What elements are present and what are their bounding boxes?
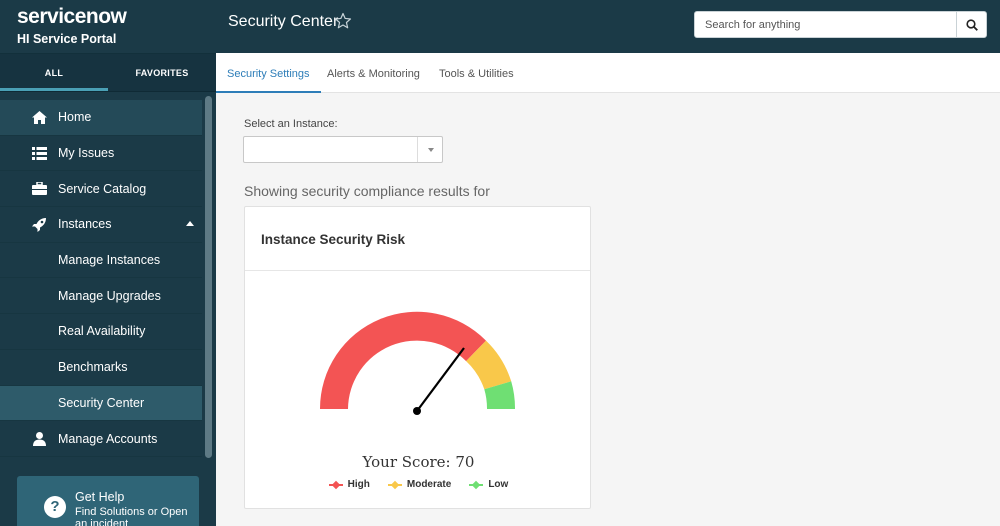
sidebar-tabs: ALL FAVORITES xyxy=(0,54,216,92)
rocket-icon xyxy=(29,217,49,232)
sidebar-item-manage-accounts[interactable]: Manage Accounts xyxy=(0,421,202,457)
sidebar-item-label: Home xyxy=(58,110,92,125)
tab-tools-utilities[interactable]: Tools & Utilities xyxy=(428,53,525,93)
servicenow-logo[interactable]: servicenow xyxy=(17,6,216,28)
briefcase-icon xyxy=(29,182,49,196)
select-instance-label: Select an Instance: xyxy=(244,118,338,130)
sidebar-tab-all[interactable]: ALL xyxy=(0,54,108,91)
sidebar-tab-favorites[interactable]: FAVORITES xyxy=(108,54,216,91)
security-risk-card: Instance Security Risk Your Score: 70 Hi… xyxy=(244,206,591,509)
tab-security-settings[interactable]: Security Settings xyxy=(216,53,321,93)
showing-results-text: Showing security compliance results for xyxy=(244,183,490,199)
legend-item-low[interactable]: Low xyxy=(469,479,508,490)
search-icon xyxy=(965,18,978,31)
sidebar-item-real-availability[interactable]: Real Availability xyxy=(0,314,202,350)
header: Security Center xyxy=(216,0,1000,53)
instance-select[interactable] xyxy=(243,136,443,163)
legend-marker-icon xyxy=(387,480,402,490)
sidebar-item-security-center[interactable]: Security Center xyxy=(0,385,202,422)
legend-item-moderate[interactable]: Moderate xyxy=(387,479,452,490)
page-title: Security Center xyxy=(228,13,339,30)
gauge-needle-hub xyxy=(413,407,421,415)
list-icon xyxy=(29,146,49,160)
card-title: Instance Security Risk xyxy=(245,207,590,271)
chevron-up-icon[interactable] xyxy=(186,221,194,227)
star-icon[interactable] xyxy=(334,12,352,35)
sidebar-item-instances[interactable]: Instances xyxy=(0,207,202,243)
sidebar-item-benchmarks[interactable]: Benchmarks xyxy=(0,350,202,386)
main-content: Select an Instance: Showing security com… xyxy=(216,93,1000,526)
portal-name: HI Service Portal xyxy=(17,32,117,46)
content-tabs: Security Settings Alerts & Monitoring To… xyxy=(216,53,1000,93)
help-icon: ? xyxy=(44,496,66,518)
brand: servicenow HI Service Portal xyxy=(0,0,216,54)
help-title: Get Help xyxy=(75,490,125,504)
risk-gauge xyxy=(319,311,516,415)
search-button[interactable] xyxy=(956,12,986,37)
legend-item-high[interactable]: High xyxy=(328,479,370,490)
help-subtitle: Find Solutions or Open an incident xyxy=(75,506,188,526)
logo-text-now: now xyxy=(85,5,127,28)
sidebar-item-manage-instances[interactable]: Manage Instances xyxy=(0,243,202,279)
sidebar-item-my-issues[interactable]: My Issues xyxy=(0,136,202,172)
legend-label: High xyxy=(347,479,370,490)
search-box xyxy=(694,11,987,38)
gauge-segment-high xyxy=(319,311,486,409)
sidebar-scrollbar[interactable] xyxy=(205,96,212,458)
home-icon xyxy=(29,110,49,124)
sidebar-item-label: Instances xyxy=(58,217,112,232)
legend-marker-icon xyxy=(328,480,343,490)
sidebar-item-manage-upgrades[interactable]: Manage Upgrades xyxy=(0,278,202,315)
sidebar-item-home[interactable]: Home xyxy=(0,100,202,136)
score-text: Your Score: 70 xyxy=(362,453,475,471)
chevron-down-icon[interactable] xyxy=(417,137,442,162)
sidebar: servicenow HI Service Portal ALL FAVORIT… xyxy=(0,0,216,526)
search-input[interactable] xyxy=(695,12,957,37)
sidebar-item-service-catalog[interactable]: Service Catalog xyxy=(0,171,202,208)
gauge-needle xyxy=(416,347,465,412)
user-icon xyxy=(29,431,49,446)
tab-alerts-monitoring[interactable]: Alerts & Monitoring xyxy=(316,53,431,93)
sidebar-item-label: My Issues xyxy=(58,146,115,161)
get-help-panel[interactable]: ? Get Help Find Solutions or Open an inc… xyxy=(17,476,199,526)
sidebar-item-label: Service Catalog xyxy=(58,181,147,196)
sidebar-nav: Home My Issues Service Catalog Instances… xyxy=(0,100,202,457)
sidebar-item-label: Manage Accounts xyxy=(58,431,158,446)
legend-label: Moderate xyxy=(406,479,452,490)
legend-marker-icon xyxy=(469,480,484,490)
gauge-legend: High Moderate Low xyxy=(245,479,592,490)
logo-text-service: service xyxy=(17,5,86,28)
legend-label: Low xyxy=(488,479,509,490)
